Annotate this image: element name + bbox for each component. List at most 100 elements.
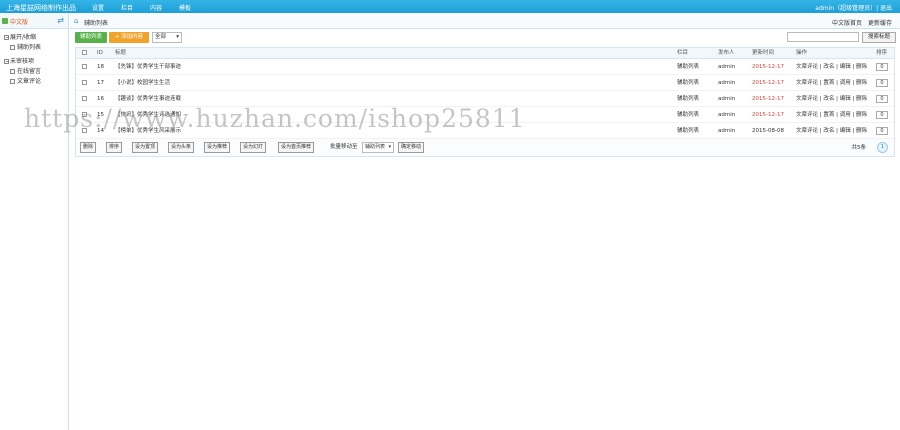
table-row: 15 【快讯】优秀学生评选通知 辅助列表 admin 2015-12-17 文章评论 | … <box>76 107 894 123</box>
sidebar-item-messages[interactable]: 在线留言 <box>0 67 68 77</box>
row-column: 辅助列表 <box>677 96 700 102</box>
page-number[interactable]: 1 <box>877 142 888 153</box>
row-author: admin <box>718 112 736 118</box>
row-id: 17 <box>97 80 104 86</box>
add-content-button[interactable]: + 添加内容 <box>109 32 149 43</box>
row-title[interactable]: 【趣谈】优秀学生事迹连载 <box>115 91 181 107</box>
aux-list-button[interactable]: 辅助列表 <box>75 32 107 43</box>
refresh-icon[interactable]: ⇄ <box>57 16 64 25</box>
sidebar: 中文版 ⇄ −展开/收缩 辅助列表 −未审核项 在线留言 文章评论 <box>0 13 69 430</box>
row-date: 2015-12-17 <box>752 112 784 118</box>
row-id: 18 <box>97 64 104 70</box>
sidebar-header: 中文版 ⇄ <box>0 13 68 29</box>
total-count: 共5条 <box>851 145 867 151</box>
header-sort: 排序 <box>876 50 888 56</box>
set-recommend-button[interactable]: 设为推荐 <box>204 142 231 153</box>
row-sort[interactable]: 0 <box>876 123 888 139</box>
row-checkbox[interactable] <box>82 107 87 123</box>
set-headline-button[interactable]: 设为头条 <box>168 142 195 153</box>
table-row: 14 【榜单】优秀学生风采展示 辅助列表 admin 2015-08-08 文章评论 | … <box>76 123 894 139</box>
menu-content[interactable]: 内容 <box>150 3 179 12</box>
top-bar: 上海星喆网络制作出品 设置 栏目 内容 模板 admin（超级管理员）| 退出 <box>0 0 900 13</box>
sort-button[interactable]: 排序 <box>106 142 123 153</box>
row-actions[interactable]: 文章评论 | 置首 | 调用 | 删除 <box>796 107 867 123</box>
header-title: 标题 <box>115 50 127 56</box>
row-title[interactable]: 【先锋】优秀学生干部事迹 <box>115 59 181 75</box>
language-flag-icon <box>2 18 8 24</box>
row-date: 2015-12-17 <box>752 96 784 102</box>
table-header: ID 标题 栏目 发布人 更新时间 操作 排序 <box>76 48 894 59</box>
sidebar-group-pending[interactable]: −未审核项 <box>0 57 68 67</box>
home-page-link[interactable]: 中文版首页 <box>832 18 862 27</box>
row-column: 辅助列表 <box>677 112 700 118</box>
row-column: 辅助列表 <box>677 80 700 86</box>
row-id: 16 <box>97 96 104 102</box>
row-actions[interactable]: 文章评论 | 置首 | 调用 | 删除 <box>796 75 867 91</box>
header-date: 更新时间 <box>752 50 775 56</box>
chevron-down-icon: ▾ <box>176 34 179 40</box>
row-title[interactable]: 【榜单】优秀学生风采展示 <box>115 123 181 139</box>
minus-icon: − <box>4 35 10 41</box>
table-row: 16 【趣谈】优秀学生事迹连载 辅助列表 admin 2015-12-17 文章评论 | … <box>76 91 894 107</box>
row-sort[interactable]: 0 <box>876 75 888 91</box>
menu-columns[interactable]: 栏目 <box>121 3 150 12</box>
row-column: 辅助列表 <box>677 128 700 134</box>
comment-icon <box>10 79 15 84</box>
select-all-checkbox[interactable] <box>82 48 87 59</box>
header-actions: 操作 <box>796 50 808 56</box>
row-title[interactable]: 【快讯】优秀学生评选通知 <box>115 107 181 123</box>
row-checkbox[interactable] <box>82 59 87 75</box>
row-actions[interactable]: 文章评论 | 改名 | 编辑 | 删除 <box>796 123 867 139</box>
row-author: admin <box>718 96 736 102</box>
confirm-move-button[interactable]: 确定移动 <box>398 142 425 153</box>
header-author: 发布人 <box>718 50 735 56</box>
set-slideshow-button[interactable]: 设为幻灯 <box>240 142 267 153</box>
search-button[interactable]: 搜索标题 <box>862 32 896 43</box>
menu-templates[interactable]: 模板 <box>179 3 208 12</box>
header-id: ID <box>97 50 103 56</box>
table-row: 18 【先锋】优秀学生干部事迹 辅助列表 admin 2015-12-17 文章评论 | … <box>76 59 894 75</box>
filter-select[interactable]: 全部 ▾ <box>152 32 182 43</box>
brand-title: 上海星喆网络制作出品 <box>6 4 76 12</box>
set-top-button[interactable]: 设为置顶 <box>132 142 159 153</box>
minus-icon: − <box>4 59 10 65</box>
row-date: 2015-12-17 <box>752 64 784 70</box>
row-sort[interactable]: 0 <box>876 59 888 75</box>
search-input[interactable] <box>787 32 859 42</box>
message-icon <box>10 69 15 74</box>
update-cache-link[interactable]: 更新缓存 <box>868 18 892 27</box>
delete-button[interactable]: 删除 <box>80 142 97 153</box>
row-actions[interactable]: 文章评论 | 改名 | 编辑 | 删除 <box>796 59 867 75</box>
user-info[interactable]: admin（超级管理员）| 退出 <box>815 3 892 12</box>
main-content: ⌂ 辅助列表 中文版首页 更新缓存 辅助列表 + 添加内容 全部 ▾ 搜索标题 … <box>70 13 900 430</box>
row-actions[interactable]: 文章评论 | 改名 | 编辑 | 删除 <box>796 91 867 107</box>
table-row: 17 【小说】校园学生生活 辅助列表 admin 2015-12-17 文章评论 | 置首… <box>76 75 894 91</box>
row-sort[interactable]: 0 <box>876 107 888 123</box>
menu-settings[interactable]: 设置 <box>92 3 121 12</box>
batch-move-label: 批量移动至 <box>330 144 358 150</box>
sidebar-group-expand[interactable]: −展开/收缩 <box>0 33 68 43</box>
sidebar-tree: −展开/收缩 辅助列表 −未审核项 在线留言 文章评论 <box>0 29 68 87</box>
language-label[interactable]: 中文版 <box>10 17 28 26</box>
row-checkbox[interactable] <box>82 123 87 139</box>
home-icon[interactable]: ⌂ <box>74 17 78 25</box>
header-column: 栏目 <box>677 50 689 56</box>
row-title[interactable]: 【小说】校园学生生活 <box>115 75 170 91</box>
row-date: 2015-12-17 <box>752 80 784 86</box>
breadcrumb-links: 中文版首页 更新缓存 <box>832 18 892 27</box>
row-author: admin <box>718 80 736 86</box>
row-checkbox[interactable] <box>82 91 87 107</box>
row-sort[interactable]: 0 <box>876 91 888 107</box>
row-author: admin <box>718 64 736 70</box>
content-table: ID 标题 栏目 发布人 更新时间 操作 排序 18 【先锋】优秀学生干部事迹辅助… <box>75 47 895 157</box>
batch-move-select[interactable]: 辅助列表 ▾ <box>362 142 394 153</box>
row-checkbox[interactable] <box>82 75 87 91</box>
row-author: admin <box>718 128 736 134</box>
table-footer: 删除 排序 设为置顶 设为头条 设为推荐 设为幻灯 设为首页推荐 批量移动至 辅… <box>76 139 894 156</box>
sidebar-item-aux-list[interactable]: 辅助列表 <box>0 43 68 53</box>
set-home-recommend-button[interactable]: 设为首页推荐 <box>278 142 315 153</box>
row-id: 15 <box>97 112 104 118</box>
sidebar-item-comments[interactable]: 文章评论 <box>0 77 68 87</box>
page-icon <box>10 45 15 50</box>
breadcrumb: ⌂ 辅助列表 中文版首页 更新缓存 <box>70 13 900 29</box>
